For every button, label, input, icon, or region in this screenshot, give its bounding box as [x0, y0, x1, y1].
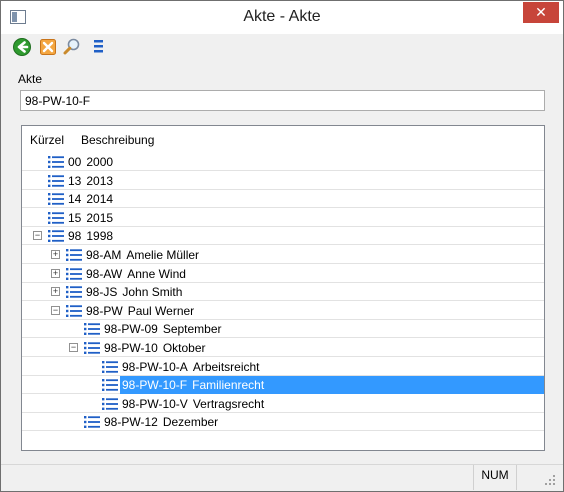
column-header-beschreibung[interactable]: Beschreibung [81, 133, 154, 147]
list-icon [102, 360, 119, 373]
expand-icon[interactable]: + [51, 268, 60, 278]
tree-row-label: 98-PW-12 Dezember [102, 413, 220, 431]
row-code: 00 [68, 155, 82, 169]
collapse-icon[interactable]: − [51, 305, 60, 315]
list-icon [66, 304, 83, 317]
row-description: Oktober [162, 341, 206, 355]
tree-row-label: 98-PW Paul Werner [84, 302, 196, 320]
akte-window: Akte - Akte ✕ Akte 98-PW-10-F Kürzel Bes… [0, 0, 564, 492]
tree-row-label: 13 2013 [66, 172, 115, 190]
list-icon [48, 211, 65, 224]
tree-header: Kürzel Beschreibung [22, 126, 544, 152]
resize-grip-icon[interactable] [543, 473, 557, 487]
tree-row[interactable]: 98-PW-09 September [22, 320, 544, 339]
row-description: 1998 [86, 229, 114, 244]
tree-row-label: 98-PW-09 September [102, 320, 224, 338]
list-icon [48, 174, 65, 187]
column-header-kuerzel[interactable]: Kürzel [30, 133, 64, 147]
row-description: Arbeitsreicht [192, 359, 260, 374]
window-title: Akte - Akte [243, 8, 321, 25]
row-code: 98-AM [86, 248, 122, 262]
tree-row[interactable]: − 98-PW Paul Werner [22, 302, 544, 320]
akte-input[interactable] [20, 90, 545, 111]
row-code: 98-PW-10-A [122, 359, 188, 374]
row-description: Familienrecht [192, 378, 265, 393]
list-icon [102, 379, 119, 392]
tree-row[interactable]: − 98-PW-10 Oktober [22, 339, 544, 357]
tree-row[interactable]: 13 2013 [22, 172, 544, 190]
tree-row[interactable]: 98-PW-10-V Vertragsrecht [22, 395, 544, 413]
tree-row[interactable]: +98-AM Amelie Müller [22, 246, 544, 264]
row-description: 2015 [86, 210, 114, 225]
row-code: 98-PW-10-V [122, 396, 188, 411]
list-icon [84, 342, 101, 354]
row-code: 98-PW-09 [104, 322, 158, 337]
list-icon [66, 286, 83, 299]
tree-row[interactable]: +98-AW Anne Wind [22, 265, 544, 283]
tree-row-label: 98-PW-10 Oktober [102, 339, 208, 357]
tree-row-label: 14 2014 [66, 190, 115, 208]
tree-row[interactable]: 14 2014 [22, 190, 544, 209]
list-icon [66, 267, 83, 280]
list-icon [48, 230, 65, 243]
row-description: 2000 [86, 155, 114, 169]
tree-row[interactable]: − 98 1998 [22, 227, 544, 246]
list-icon [84, 416, 101, 429]
tree-row-label: 98-JS John Smith [84, 283, 184, 301]
row-description: Amelie Müller [126, 248, 200, 262]
row-code: 98-PW-12 [104, 415, 158, 430]
tree-row[interactable]: 15 2015 [22, 209, 544, 227]
tree-row-label: 98 1998 [66, 227, 115, 245]
row-description: 2014 [86, 192, 114, 207]
row-code: 98-PW-10-F [122, 378, 188, 393]
tree-row[interactable]: 98-PW-12 Dezember [22, 413, 544, 432]
tree-row[interactable]: 98-PW-10-F Familienrecht [22, 376, 544, 395]
search-icon[interactable] [62, 37, 82, 57]
close-button[interactable]: ✕ [523, 2, 559, 23]
row-description: Anne Wind [127, 266, 186, 281]
tree-row-label: 98-PW-10-F Familienrecht [120, 376, 267, 395]
selection-highlight [266, 376, 544, 395]
list-icon [48, 193, 65, 206]
tree-row-label: 98-PW-10-V Vertragsrecht [120, 395, 266, 413]
list-icon [66, 249, 83, 261]
tree-row[interactable]: 98-PW-10-A Arbeitsreicht [22, 358, 544, 376]
row-code: 98-JS [86, 285, 118, 300]
collapse-icon[interactable]: − [33, 231, 42, 241]
list-icon [48, 156, 65, 168]
tree-row[interactable]: 00 2000 [22, 153, 544, 171]
row-description: Dezember [162, 415, 219, 430]
tree-row-label: 15 2015 [66, 209, 115, 227]
tree-row-label: 98-AM Amelie Müller [84, 246, 201, 264]
list-icon[interactable] [88, 37, 108, 57]
collapse-icon[interactable]: − [69, 343, 78, 352]
expand-icon[interactable]: + [51, 287, 60, 297]
row-description: September [162, 322, 222, 337]
row-description: Paul Werner [127, 303, 195, 318]
tree-row-label: 98-AW Anne Wind [84, 265, 188, 283]
akte-label: Akte [18, 72, 43, 86]
status-bar: NUM [1, 464, 563, 491]
row-description: John Smith [122, 285, 183, 300]
title-bar: Akte - Akte ✕ [1, 1, 563, 34]
list-icon [84, 323, 101, 336]
row-code: 15 [68, 210, 82, 225]
row-code: 13 [68, 173, 82, 188]
row-code: 14 [68, 192, 82, 207]
row-description: Vertragsrecht [192, 396, 265, 411]
tree-row-label: 00 2000 [66, 153, 115, 171]
row-code: 98-PW-10 [104, 341, 158, 355]
row-code: 98 [68, 229, 82, 244]
row-description: 2013 [86, 173, 114, 188]
tree-row[interactable]: +98-JS John Smith [22, 283, 544, 302]
akte-tree[interactable]: Kürzel Beschreibung 00 2000 13 2013 14 2014 15… [21, 125, 545, 451]
row-code: 98-AW [86, 266, 123, 281]
num-lock-indicator: NUM [473, 465, 517, 490]
tree-row-label: 98-PW-10-A Arbeitsreicht [120, 358, 262, 376]
row-code: 98-PW [86, 303, 123, 318]
delete-icon[interactable] [38, 37, 58, 57]
list-icon [102, 397, 119, 410]
expand-icon[interactable]: + [51, 250, 60, 259]
back-arrow-icon[interactable] [12, 37, 32, 57]
